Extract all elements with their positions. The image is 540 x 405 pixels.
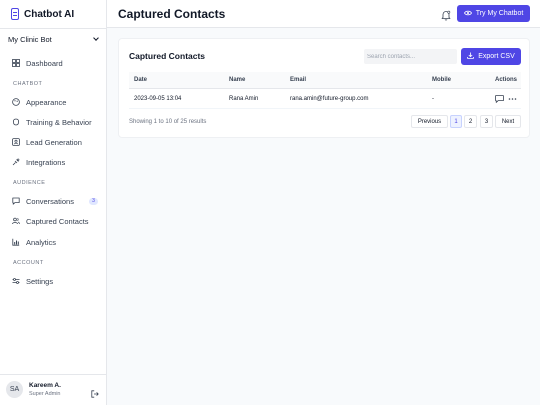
sidebar-item-settings[interactable]: Settings <box>12 275 98 287</box>
column-header-name[interactable]: Name <box>229 77 245 83</box>
chevron-down-icon <box>93 35 99 41</box>
sidebar-item-label: Dashboard <box>26 58 63 68</box>
pagination-summary: Showing 1 to 10 of 25 results <box>129 119 207 125</box>
bell-icon[interactable] <box>441 8 451 21</box>
try-chatbot-label: Try My Chatbot <box>475 10 524 17</box>
try-chatbot-button[interactable]: Try My Chatbot <box>457 5 530 22</box>
table-header: Date Name Email Mobile Actions <box>129 72 521 89</box>
chat-bubble-icon <box>12 197 20 205</box>
sidebar-item-label: Training & Behavior <box>26 117 92 127</box>
sidebar-item-integrations[interactable]: Integrations <box>12 156 98 168</box>
brand[interactable]: Chatbot AI <box>11 7 74 21</box>
page-button-3[interactable]: 3 <box>480 115 493 128</box>
sidebar-item-training[interactable]: Training & Behavior <box>12 116 98 128</box>
page-title: Captured Contacts <box>118 7 226 21</box>
app-name: Chatbot AI <box>24 8 75 20</box>
column-header-email[interactable]: Email <box>290 77 306 83</box>
more-options-icon[interactable] <box>508 95 517 105</box>
grid-icon <box>12 59 20 67</box>
top-header: Captured Contacts Try My Chatbot <box>107 0 540 28</box>
cell-date: 2023-09-05 13:04 <box>134 96 182 102</box>
sidebar-item-captured-contacts[interactable]: Captured Contacts <box>12 215 98 227</box>
sidebar-item-analytics[interactable]: Analytics <box>12 236 98 248</box>
sliders-icon <box>12 277 20 285</box>
sidebar-item-lead-generation[interactable]: Lead Generation <box>12 136 98 148</box>
sidebar-item-appearance[interactable]: Appearance <box>12 96 98 108</box>
plug-icon <box>12 158 20 166</box>
export-csv-button[interactable]: Export CSV <box>461 48 521 65</box>
palette-icon <box>12 98 20 106</box>
contacts-card: Captured Contacts Export CSV Date Name E… <box>118 38 530 138</box>
bot-selector-value: My Clinic Bot <box>8 34 52 44</box>
user-role: Super Admin <box>29 391 61 397</box>
previous-page-button[interactable]: Previous <box>411 115 448 128</box>
page-button-2[interactable]: 2 <box>464 115 477 128</box>
sidebar-item-label: Captured Contacts <box>26 216 89 226</box>
sidebar-item-dashboard[interactable]: Dashboard <box>12 57 98 69</box>
chatbot-logo-icon <box>11 8 19 20</box>
column-header-date[interactable]: Date <box>134 77 147 83</box>
sidebar: Chatbot AI My Clinic Bot Dashboard CHATB… <box>0 0 107 405</box>
cell-email: rana.amin@future-group.com <box>290 96 369 102</box>
bot-selector[interactable]: My Clinic Bot <box>8 33 101 45</box>
users-icon <box>12 217 20 225</box>
card-title: Captured Contacts <box>129 51 206 61</box>
sidebar-item-label: Appearance <box>26 97 67 107</box>
next-page-button[interactable]: Next <box>495 115 521 128</box>
brain-icon <box>12 118 20 126</box>
sidebar-item-label: Settings <box>26 276 54 286</box>
eye-icon <box>463 10 472 18</box>
user-name: Kareem A. <box>29 382 61 389</box>
section-label-account: ACCOUNT <box>13 260 44 266</box>
message-icon[interactable] <box>495 95 504 105</box>
download-icon <box>467 52 475 61</box>
sidebar-item-label: Integrations <box>26 157 66 167</box>
sidebar-item-label: Conversations <box>26 196 74 206</box>
table-row[interactable]: 2023-09-05 13:04 Rana Amin rana.amin@fut… <box>129 90 521 109</box>
divider <box>0 28 106 29</box>
section-label-audience: AUDIENCE <box>13 180 46 186</box>
column-header-actions: Actions <box>494 77 517 83</box>
page-button-1[interactable]: 1 <box>450 115 462 128</box>
search-input[interactable] <box>364 49 457 64</box>
sidebar-item-conversations[interactable]: Conversations 3 <box>12 195 98 207</box>
export-csv-label: Export CSV <box>478 53 515 60</box>
divider <box>0 374 106 375</box>
logout-icon[interactable] <box>91 385 99 398</box>
cell-name: Rana Amin <box>229 96 259 102</box>
avatar[interactable]: SA <box>6 381 23 398</box>
section-label-chatbot: CHATBOT <box>13 81 43 87</box>
cell-mobile: - <box>432 96 434 102</box>
contact-card-icon <box>12 138 20 146</box>
conversations-count-badge: 3 <box>89 197 98 205</box>
bar-chart-icon <box>12 238 20 246</box>
sidebar-item-label: Lead Generation <box>26 137 82 147</box>
column-header-mobile[interactable]: Mobile <box>432 77 451 83</box>
sidebar-item-label: Analytics <box>26 237 57 247</box>
